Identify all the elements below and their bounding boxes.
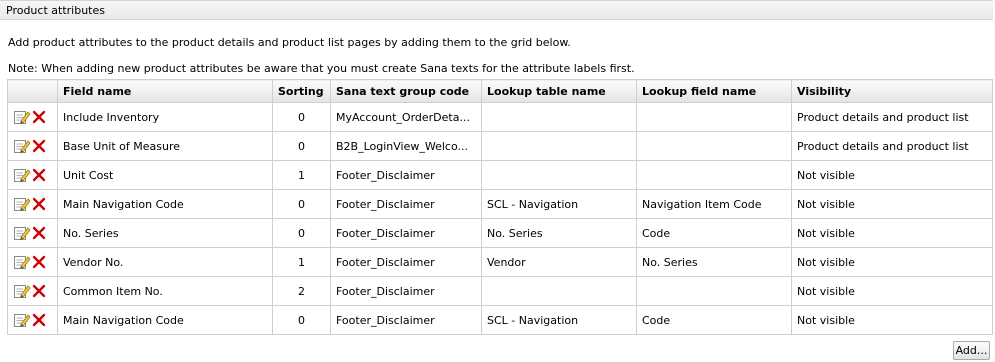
column-header-group-code[interactable]: Sana text group code (330, 79, 482, 103)
cell-group-code: Footer_Disclaimer (330, 160, 482, 190)
cell-lookup-field: Code (636, 305, 792, 335)
cell-lookup-field (636, 131, 792, 161)
note-text: Note: When adding new product attributes… (8, 62, 635, 75)
delete-icon[interactable] (31, 283, 49, 299)
panel-title: Product attributes (6, 4, 105, 17)
cell-lookup-table: SCL - Navigation (481, 305, 637, 335)
cell-field-name: Base Unit of Measure (57, 131, 273, 161)
edit-icon[interactable] (13, 167, 31, 183)
delete-icon[interactable] (31, 225, 49, 241)
cell-sorting: 2 (272, 276, 331, 306)
delete-icon[interactable] (31, 167, 49, 183)
table-row: Base Unit of Measure 0 B2B_LoginView_Welco… (7, 131, 993, 161)
attributes-grid: Field name Sorting Sana text group code … (7, 79, 993, 335)
cell-sorting: 0 (272, 218, 331, 248)
cell-lookup-field: Code (636, 218, 792, 248)
actions-column-header (7, 79, 58, 103)
cell-field-name: Main Navigation Code (57, 305, 273, 335)
edit-icon[interactable] (13, 254, 31, 270)
column-header-visibility[interactable]: Visibility (791, 79, 993, 103)
table-row: Vendor No. 1 Footer_Disclaimer Vendor No. Se… (7, 247, 993, 277)
cell-field-name: Vendor No. (57, 247, 273, 277)
edit-icon[interactable] (13, 138, 31, 154)
cell-sorting: 1 (272, 247, 331, 277)
cell-lookup-table (481, 276, 637, 306)
table-row: Common Item No. 2 Footer_Disclaimer Not vis… (7, 276, 993, 306)
delete-icon[interactable] (31, 196, 49, 212)
cell-visibility: Not visible (791, 247, 993, 277)
cell-field-name: Unit Cost (57, 160, 273, 190)
table-row: No. Series 0 Footer_Disclaimer No. Series Co… (7, 218, 993, 248)
delete-icon[interactable] (31, 138, 49, 154)
cell-lookup-table (481, 160, 637, 190)
cell-visibility: Not visible (791, 218, 993, 248)
cell-visibility: Not visible (791, 160, 993, 190)
grid-header-row: Field name Sorting Sana text group code … (7, 79, 993, 103)
row-actions (7, 131, 58, 161)
row-actions (7, 305, 58, 335)
column-header-lookup-field[interactable]: Lookup field name (636, 79, 792, 103)
cell-visibility: Not visible (791, 276, 993, 306)
cell-lookup-table: Vendor (481, 247, 637, 277)
cell-group-code: Footer_Disclaimer (330, 218, 482, 248)
cell-field-name: No. Series (57, 218, 273, 248)
cell-lookup-table: No. Series (481, 218, 637, 248)
cell-lookup-field: Navigation Item Code (636, 189, 792, 219)
cell-lookup-field (636, 160, 792, 190)
table-row: Main Navigation Code 0 Footer_Disclaimer SC… (7, 305, 993, 335)
column-header-sorting[interactable]: Sorting (272, 79, 331, 103)
cell-lookup-table: SCL - Navigation (481, 189, 637, 219)
row-actions (7, 247, 58, 277)
add-button[interactable]: Add... (953, 341, 990, 360)
cell-group-code: Footer_Disclaimer (330, 276, 482, 306)
column-header-field-name[interactable]: Field name (57, 79, 273, 103)
cell-sorting: 0 (272, 102, 331, 132)
row-actions (7, 102, 58, 132)
cell-group-code: Footer_Disclaimer (330, 305, 482, 335)
cell-field-name: Common Item No. (57, 276, 273, 306)
cell-group-code: Footer_Disclaimer (330, 189, 482, 219)
cell-sorting: 0 (272, 131, 331, 161)
cell-lookup-table (481, 131, 637, 161)
delete-icon[interactable] (31, 312, 49, 328)
edit-icon[interactable] (13, 225, 31, 241)
cell-visibility: Product details and product list (791, 102, 993, 132)
cell-visibility: Not visible (791, 189, 993, 219)
description-text: Add product attributes to the product de… (8, 36, 571, 49)
cell-group-code: MyAccount_OrderDeta... (330, 102, 482, 132)
row-actions (7, 276, 58, 306)
table-row: Main Navigation Code 0 Footer_Disclaimer SC… (7, 189, 993, 219)
edit-icon[interactable] (13, 109, 31, 125)
cell-sorting: 1 (272, 160, 331, 190)
table-row: Include Inventory 0 MyAccount_OrderDeta...… (7, 102, 993, 132)
cell-lookup-table (481, 102, 637, 132)
delete-icon[interactable] (31, 254, 49, 270)
table-row: Unit Cost 1 Footer_Disclaimer Not visible (7, 160, 993, 190)
cell-sorting: 0 (272, 305, 331, 335)
cell-field-name: Include Inventory (57, 102, 273, 132)
row-actions (7, 189, 58, 219)
edit-icon[interactable] (13, 283, 31, 299)
cell-group-code: B2B_LoginView_Welco... (330, 131, 482, 161)
cell-lookup-field (636, 102, 792, 132)
cell-field-name: Main Navigation Code (57, 189, 273, 219)
row-actions (7, 218, 58, 248)
panel-header: Product attributes (0, 0, 993, 20)
cell-sorting: 0 (272, 189, 331, 219)
cell-visibility: Product details and product list (791, 131, 993, 161)
cell-lookup-field (636, 276, 792, 306)
cell-visibility: Not visible (791, 305, 993, 335)
row-actions (7, 160, 58, 190)
cell-lookup-field: No. Series (636, 247, 792, 277)
cell-group-code: Footer_Disclaimer (330, 247, 482, 277)
edit-icon[interactable] (13, 196, 31, 212)
column-header-lookup-table[interactable]: Lookup table name (481, 79, 637, 103)
edit-icon[interactable] (13, 312, 31, 328)
delete-icon[interactable] (31, 109, 49, 125)
